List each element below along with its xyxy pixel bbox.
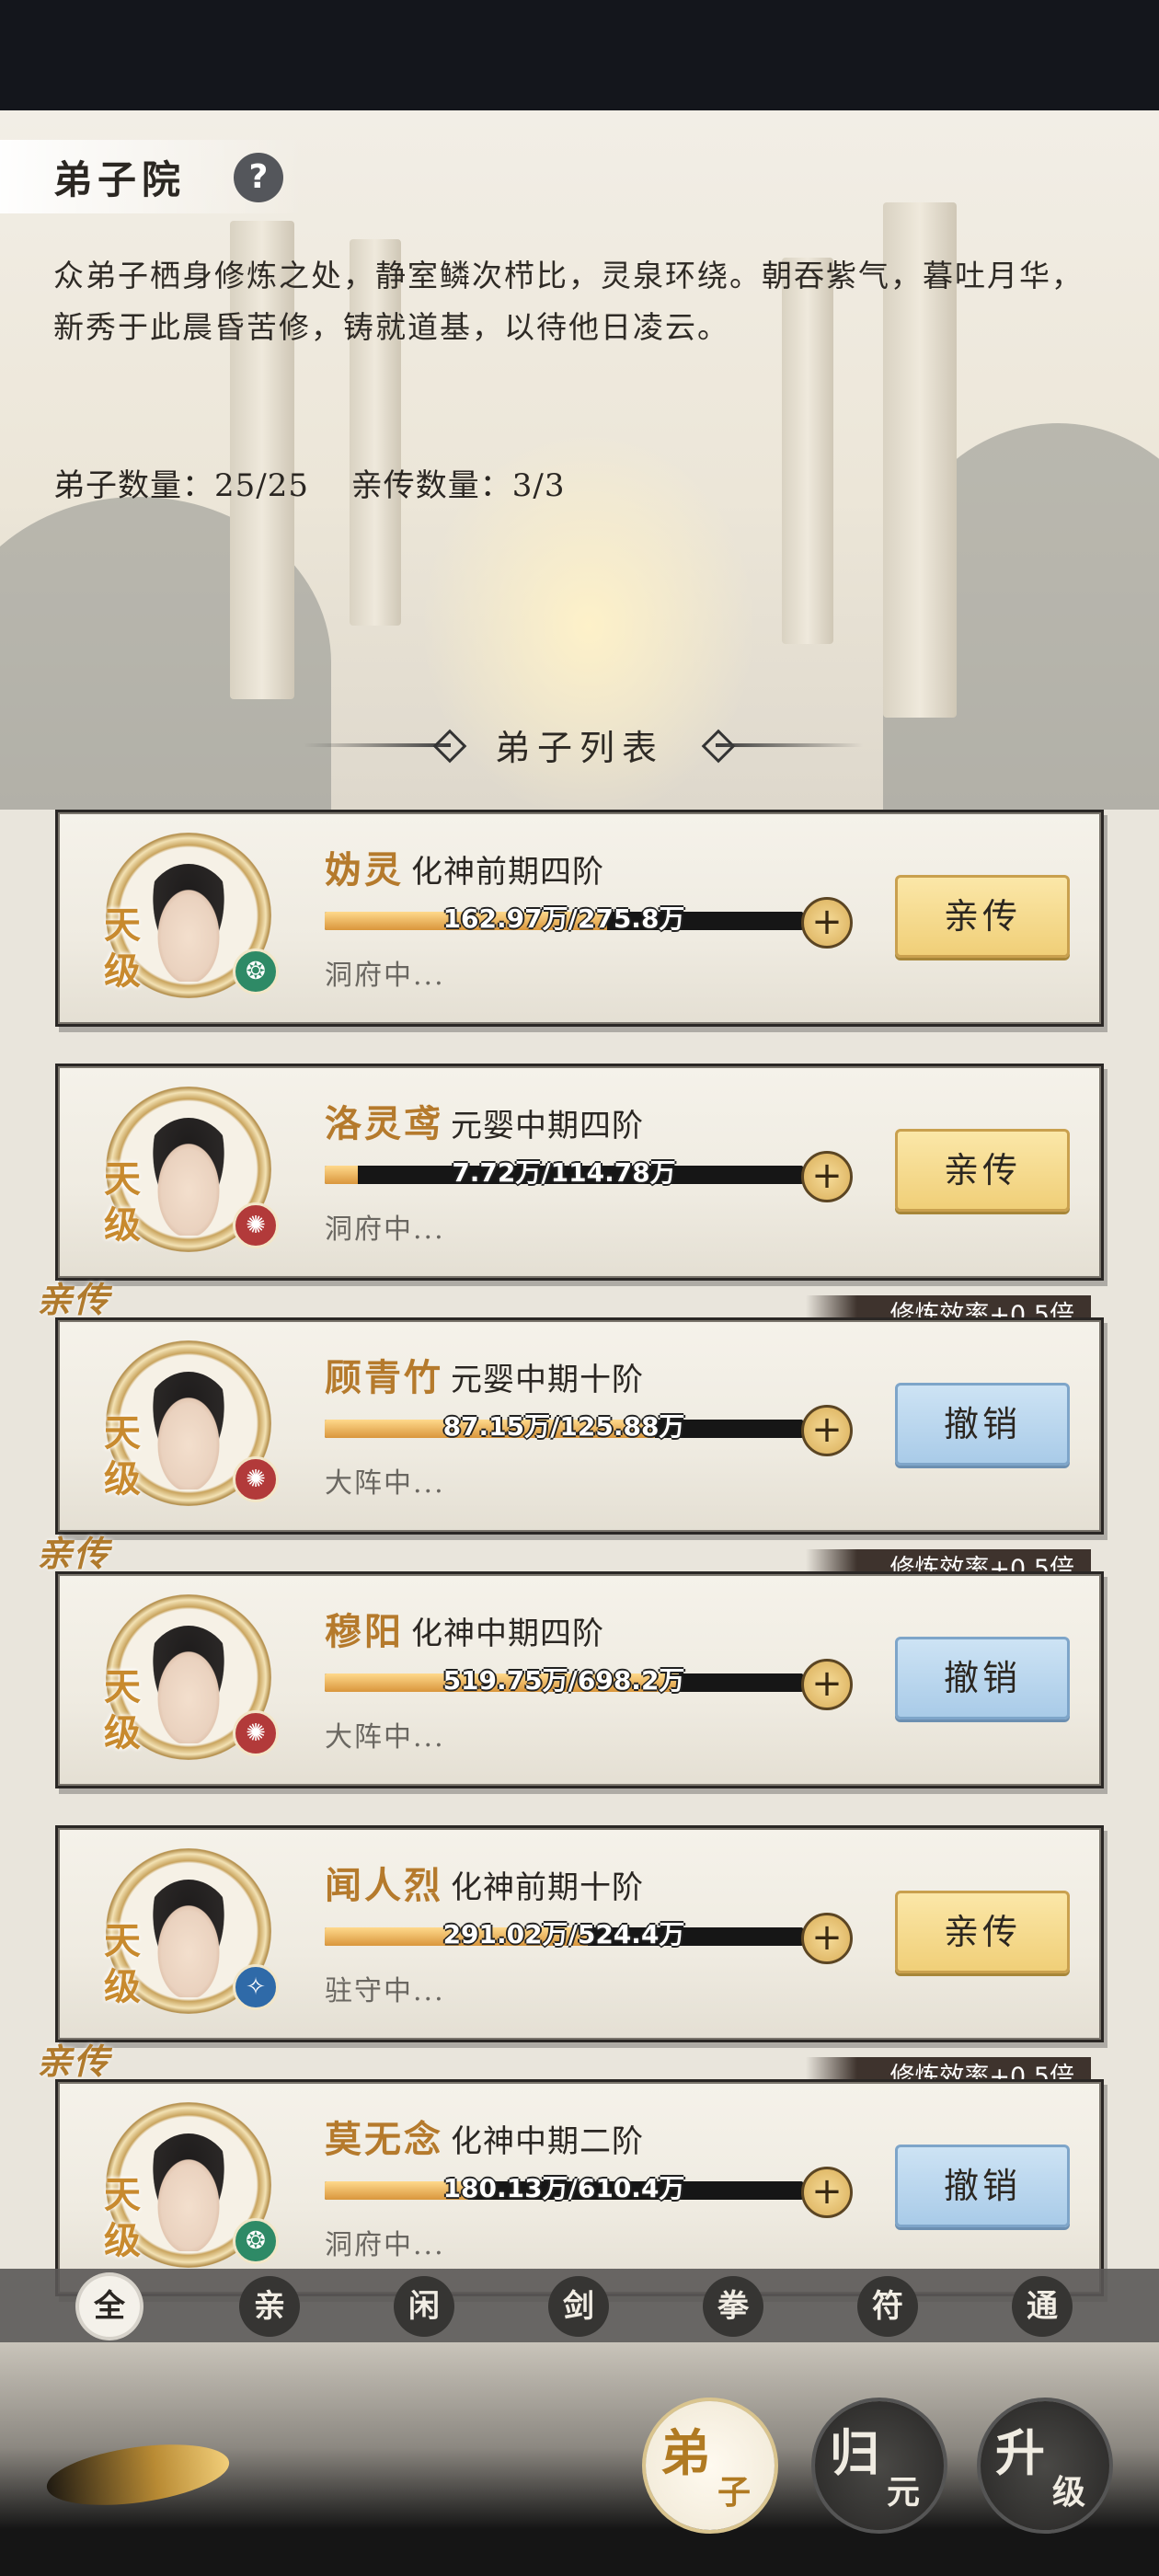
filter-4[interactable]: 拳: [703, 2276, 763, 2337]
location-status: 大阵中...: [325, 1467, 445, 1500]
grade-label: 天级: [104, 903, 141, 993]
direct-tag: 亲传: [37, 2041, 111, 2082]
add-progress-button[interactable]: +: [801, 1151, 853, 1202]
nav-return-button[interactable]: 归元: [815, 2401, 944, 2530]
add-progress-button[interactable]: +: [801, 1913, 853, 1964]
page-title: 弟子院: [53, 157, 187, 202]
nav-label-main: 弟: [660, 2423, 710, 2482]
filter-1[interactable]: 亲: [239, 2276, 300, 2337]
wind-icon: ❂: [233, 949, 279, 995]
description-text: 众弟子栖身修炼之处，静室鳞次栉比，灵泉环绕。朝吞紫气，暮吐月华，新秀于此晨昏苦修…: [53, 258, 1084, 345]
cultivation-rank: 化神前期十阶: [451, 1869, 644, 1906]
top-status-bar: [0, 0, 1159, 110]
filter-6[interactable]: 通: [1012, 2276, 1073, 2337]
disciple-name[interactable]: 莫无念 化神中期二阶: [325, 2110, 644, 2163]
disciple-name[interactable]: 闻人烈 化神前期十阶: [325, 1856, 644, 1909]
cultivation-rank: 元婴中期十阶: [451, 1362, 644, 1398]
make-direct-button[interactable]: 亲传: [895, 1891, 1070, 1973]
divider-right: [716, 743, 863, 747]
add-progress-button[interactable]: +: [801, 1405, 853, 1456]
add-progress-button[interactable]: +: [801, 2167, 853, 2218]
disciple-name[interactable]: 穆阳 化神中期四阶: [325, 1602, 604, 1655]
nav-label-main: 归: [830, 2423, 879, 2482]
filter-3[interactable]: 剑: [548, 2276, 609, 2337]
water-icon: ✧: [233, 1964, 279, 2010]
disciple-card: 天级 ✧ 闻人烈 化神前期十阶 291.02万/524.4万 + 驻守中... 亲传: [55, 1825, 1104, 2042]
filter-2[interactable]: 闲: [394, 2276, 454, 2337]
grade-label: 天级: [104, 1665, 141, 1754]
disciple-card: 天级 ✺ 穆阳 化神中期四阶 519.75万/698.2万 + 大阵中... 撤销: [55, 1571, 1104, 1788]
location-status: 洞府中...: [325, 1213, 445, 1246]
direct-tag: 亲传: [37, 1279, 111, 1320]
list-title: 弟子列表: [494, 728, 664, 768]
nav-upgrade-button[interactable]: 升级: [981, 2401, 1109, 2530]
location-status: 洞府中...: [325, 2229, 445, 2261]
revoke-button[interactable]: 撤销: [895, 1637, 1070, 1719]
disciple-portrait[interactable]: [141, 2133, 236, 2251]
direct-count: 亲传数量：3/3: [350, 467, 566, 504]
disciple-card: 天级 ❂ 莫无念 化神中期二阶 180.13万/610.4万 + 洞府中... 撤销: [55, 2079, 1104, 2296]
cultivation-rank: 化神中期四阶: [411, 1616, 604, 1652]
revoke-button[interactable]: 撤销: [895, 2145, 1070, 2227]
disciple-card: 天级 ❂ 妫灵 化神前期四阶 162.97万/275.8万 + 洞府中... 亲传: [55, 810, 1104, 1027]
progress-text: 7.72万/114.78万: [452, 1157, 676, 1188]
grade-label: 天级: [104, 2173, 141, 2262]
help-icon[interactable]: ?: [234, 153, 283, 202]
location-status: 大阵中...: [325, 1721, 445, 1754]
location-status: 驻守中...: [325, 1975, 445, 2007]
disciple-portrait[interactable]: [141, 1118, 236, 1236]
revoke-button[interactable]: 撤销: [895, 1383, 1070, 1466]
nav-label-main: 升: [995, 2423, 1045, 2482]
disciple-portrait[interactable]: [141, 1372, 236, 1489]
fire-icon: ✺: [233, 1202, 279, 1248]
make-direct-button[interactable]: 亲传: [895, 875, 1070, 958]
progress-text: 87.15万/125.88万: [442, 1411, 685, 1442]
nav-disciples-button[interactable]: 弟子: [646, 2401, 775, 2530]
cultivation-rank: 元婴中期四阶: [451, 1108, 644, 1144]
add-progress-button[interactable]: +: [801, 1659, 853, 1710]
disciple-card: 天级 ✺ 顾青竹 元婴中期十阶 87.15万/125.88万 + 大阵中... 撤销: [55, 1317, 1104, 1535]
disciple-count: 弟子数量：25/25: [53, 467, 309, 504]
disciple-name[interactable]: 妫灵 化神前期四阶: [325, 840, 604, 893]
nav-label-sub: 级: [1052, 2473, 1086, 2512]
disciple-portrait[interactable]: [141, 1880, 236, 1997]
filter-0[interactable]: 全: [79, 2276, 140, 2337]
wind-icon: ❂: [233, 2218, 279, 2264]
cultivation-rank: 化神前期四阶: [411, 854, 604, 891]
progress-text: 291.02万/524.4万: [442, 1919, 685, 1949]
disciple-portrait[interactable]: [141, 864, 236, 982]
direct-tag: 亲传: [37, 1533, 111, 1574]
disciple-name[interactable]: 顾青竹 元婴中期十阶: [325, 1348, 644, 1401]
make-direct-button[interactable]: 亲传: [895, 1129, 1070, 1212]
progress-text: 519.75万/698.2万: [442, 1665, 685, 1696]
nav-label-sub: 子: [717, 2473, 752, 2512]
progress-text: 180.13万/610.4万: [442, 2173, 685, 2203]
stats-line: 弟子数量：25/25 亲传数量：3/3: [53, 460, 597, 505]
progress-text: 162.97万/275.8万: [442, 903, 685, 934]
nav-label-sub: 元: [887, 2473, 921, 2512]
fire-icon: ✺: [233, 1456, 279, 1502]
location-status: 洞府中...: [325, 960, 445, 992]
grade-label: 天级: [104, 1411, 141, 1501]
add-progress-button[interactable]: +: [801, 897, 853, 949]
disciple-portrait[interactable]: [141, 1626, 236, 1743]
fire-icon: ✺: [233, 1710, 279, 1756]
grade-label: 天级: [104, 1157, 141, 1247]
filter-5[interactable]: 符: [857, 2276, 918, 2337]
disciple-name[interactable]: 洛灵鸢 元婴中期四阶: [325, 1094, 644, 1147]
disciple-card: 天级 ✺ 洛灵鸢 元婴中期四阶 7.72万/114.78万 + 洞府中... 亲传: [55, 1064, 1104, 1281]
grade-label: 天级: [104, 1919, 141, 2008]
cultivation-rank: 化神中期二阶: [451, 2123, 644, 2160]
